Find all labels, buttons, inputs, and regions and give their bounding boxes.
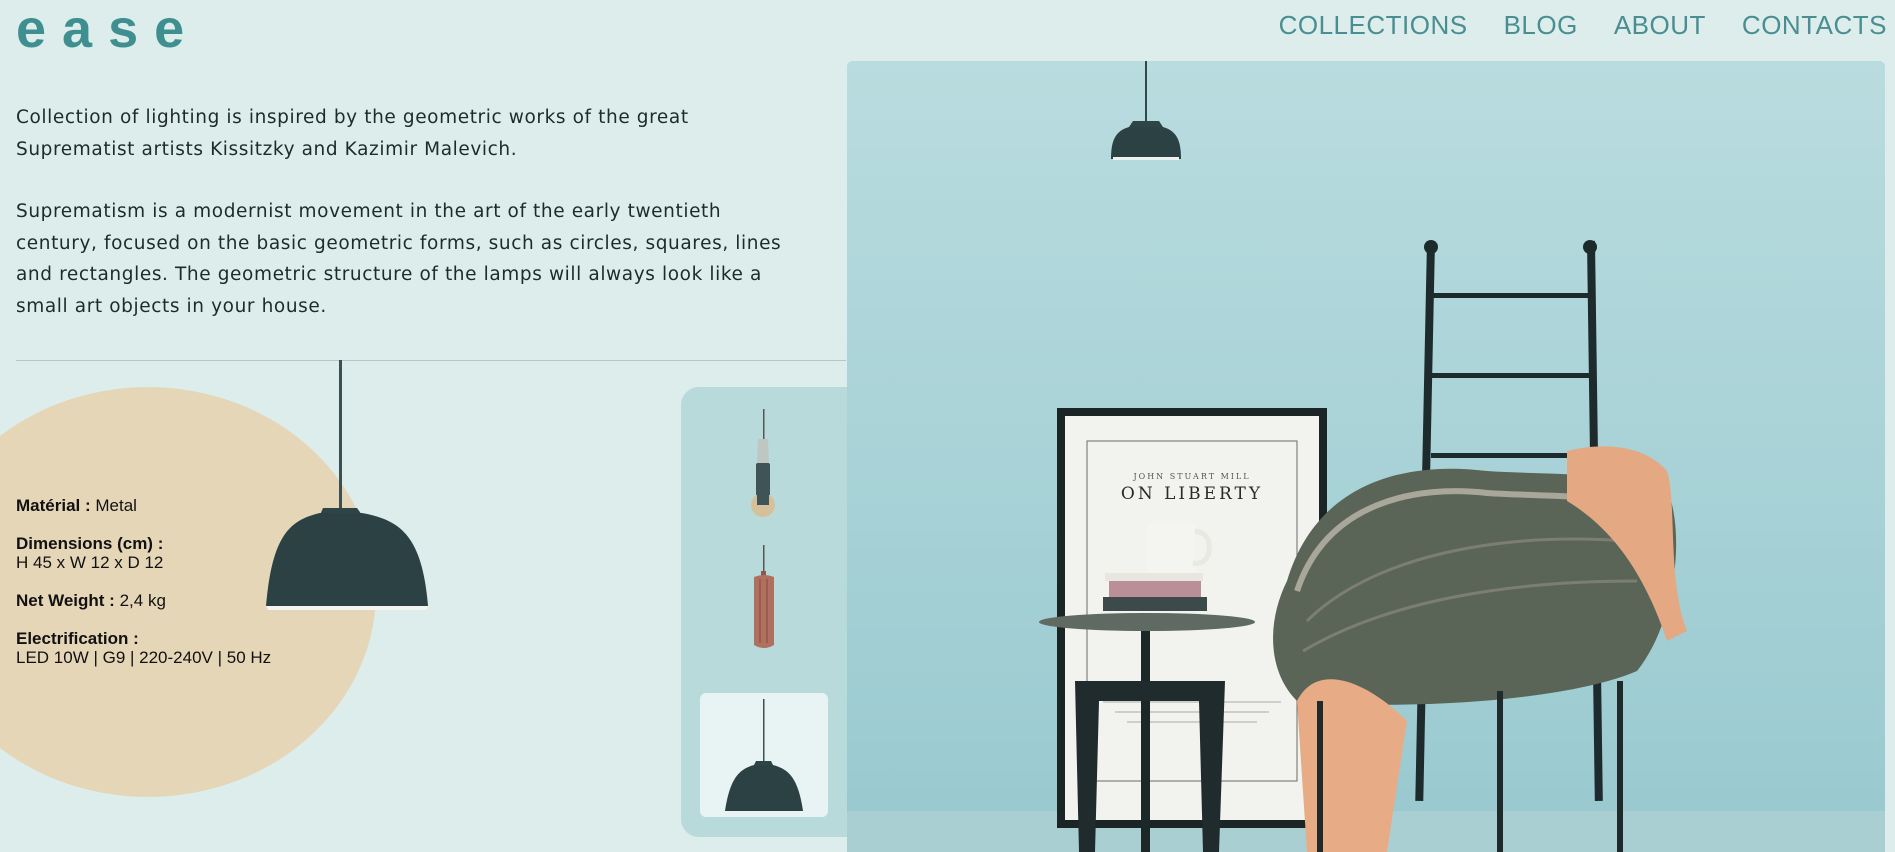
spec-weight: Net Weight : 2,4 kg <box>16 591 166 610</box>
intro-paragraph-1: Collection of lighting is inspired by th… <box>16 107 689 160</box>
nav-blog[interactable]: BLOG <box>1504 10 1578 41</box>
nav-about[interactable]: ABOUT <box>1614 10 1706 41</box>
dark-dome-pendant-icon <box>725 699 803 811</box>
nav-contacts[interactable]: CONTACTS <box>1742 10 1887 41</box>
main-nav: COLLECTIONS BLOG ABOUT CONTACTS <box>1279 10 1887 41</box>
spec-dimensions: Dimensions (cm) :H 45 x W 12 x D 12 <box>16 534 164 572</box>
nav-collections[interactable]: COLLECTIONS <box>1279 10 1468 41</box>
product-specs: Matérial : Metal Dimensions (cm) :H 45 x… <box>16 496 316 686</box>
poster-author: JOHN STUART MILL <box>1132 472 1250 481</box>
thumbnail-grey-pendant[interactable] <box>700 405 828 529</box>
intro-text: Collection of lighting is inspired by th… <box>16 102 806 353</box>
lifestyle-photo: JOHN STUART MILL ON LIBERTY <box>847 61 1885 852</box>
room-scene-illustration: JOHN STUART MILL ON LIBERTY <box>847 61 1885 852</box>
spec-electrification: Electrification : LED 10W | G9 | 220-240V… <box>16 629 272 667</box>
brand-logo[interactable]: ease <box>16 0 200 58</box>
thumbnail-copper-pendant[interactable] <box>700 535 828 659</box>
section-divider <box>16 360 846 361</box>
thumbnail-dark-dome-pendant[interactable] <box>700 693 828 817</box>
grey-cylinder-pendant-icon <box>751 409 775 517</box>
intro-paragraph-2: Suprematism is a modernist movement in t… <box>16 201 782 317</box>
poster-title: ON LIBERTY <box>1121 484 1263 504</box>
product-thumbnails <box>681 387 853 837</box>
copper-ribbed-pendant-icon <box>754 545 774 648</box>
spec-material: Matérial : Metal <box>16 496 137 515</box>
